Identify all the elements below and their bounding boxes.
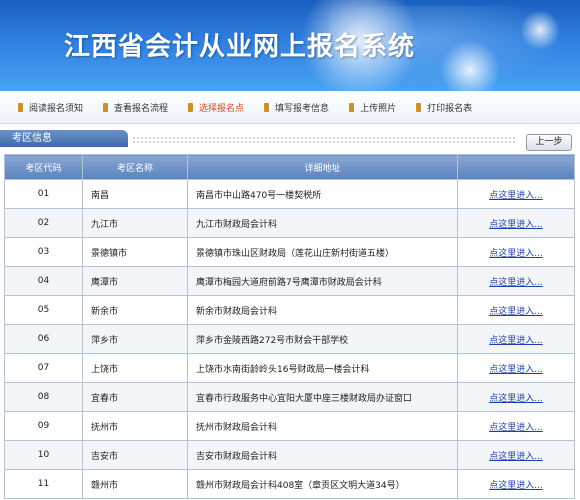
action-cell: 点这里进入...	[457, 353, 575, 383]
address-cell: 宜春市行政服务中心宜阳大厦中座三楼财政局办证窗口	[187, 382, 458, 412]
action-cell: 点这里进入...	[457, 440, 575, 470]
step-marker-icon	[264, 102, 270, 112]
step-marker-icon	[188, 102, 194, 112]
enter-link[interactable]: 点这里进入...	[489, 394, 543, 404]
area-code-cell: 08	[4, 382, 83, 412]
address-cell: 新余市财政局会计科	[187, 295, 458, 325]
action-cell: 点这里进入...	[457, 237, 575, 267]
site-title: 江西省会计从业网上报名系统	[64, 32, 416, 62]
address-cell: 景德镇市珠山区财政局（莲花山庄新村街道五楼）	[187, 237, 458, 267]
header-banner: 江西省会计从业网上报名系统	[0, 0, 580, 91]
area-name-cell: 赣州市	[82, 469, 188, 499]
area-name-cell: 吉安市	[82, 440, 188, 470]
enter-link[interactable]: 点这里进入...	[489, 220, 543, 230]
nav-view-process[interactable]: 查看报名流程	[103, 101, 168, 114]
table-row: 02 九江市 九江市财政局会计科 点这里进入...	[4, 208, 575, 238]
address-cell: 南昌市中山路470号一楼契税所	[187, 179, 458, 209]
back-button[interactable]: 上一步	[526, 134, 572, 151]
enter-link[interactable]: 点这里进入...	[489, 278, 543, 288]
action-cell: 点这里进入...	[457, 266, 575, 296]
table-row: 09 抚州市 抚州市财政局会计科 点这里进入...	[4, 411, 575, 441]
address-cell: 萍乡市金陵西路272号市财会干部学校	[187, 324, 458, 354]
area-code-cell: 03	[4, 237, 83, 267]
table-header-row: 考区代码 考区名称 详细地址	[4, 154, 575, 180]
action-cell: 点这里进入...	[457, 382, 575, 412]
nav-select-site[interactable]: 选择报名点	[188, 101, 244, 114]
enter-link[interactable]: 点这里进入...	[489, 423, 543, 433]
table-row: 10 吉安市 吉安市财政局会计科 点这里进入...	[4, 440, 575, 470]
area-name-cell: 景德镇市	[82, 237, 188, 267]
step-marker-icon	[349, 102, 355, 112]
area-name-cell: 南昌	[82, 179, 188, 209]
area-name-cell: 宜春市	[82, 382, 188, 412]
area-code-cell: 10	[4, 440, 83, 470]
area-code-cell: 04	[4, 266, 83, 296]
enter-link[interactable]: 点这里进入...	[489, 336, 543, 346]
header-action	[457, 154, 575, 180]
enter-link[interactable]: 点这里进入...	[489, 481, 543, 491]
area-name-cell: 萍乡市	[82, 324, 188, 354]
nav-upload-photo[interactable]: 上传照片	[349, 101, 396, 114]
enter-link[interactable]: 点这里进入...	[489, 249, 543, 259]
area-name-cell: 九江市	[82, 208, 188, 238]
step-marker-icon	[103, 102, 109, 112]
table-row: 11 赣州市 赣州市财政局会计科408室（章贡区文明大道34号） 点这里进入...	[4, 469, 575, 499]
dotted-divider	[132, 136, 516, 144]
area-code-cell: 07	[4, 353, 83, 383]
section-title: 考区信息	[0, 130, 128, 147]
address-cell: 抚州市财政局会计科	[187, 411, 458, 441]
section-header: 考区信息 上一步	[0, 128, 580, 154]
table-row: 01 南昌 南昌市中山路470号一楼契税所 点这里进入...	[4, 179, 575, 209]
area-name-cell: 抚州市	[82, 411, 188, 441]
area-code-cell: 09	[4, 411, 83, 441]
area-code-cell: 02	[4, 208, 83, 238]
enter-link[interactable]: 点这里进入...	[489, 191, 543, 201]
area-code-cell: 11	[4, 469, 83, 499]
step-marker-icon	[416, 102, 422, 112]
action-cell: 点这里进入...	[457, 179, 575, 209]
exam-area-table: 考区代码 考区名称 详细地址 01 南昌 南昌市中山路470号一楼契税所点这里进入.…	[4, 154, 575, 499]
header-address: 详细地址	[187, 154, 458, 180]
address-cell: 九江市财政局会计科	[187, 208, 458, 238]
enter-link[interactable]: 点这里进入...	[489, 365, 543, 375]
area-code-cell: 06	[4, 324, 83, 354]
table-row: 05 新余市 新余市财政局会计科 点这里进入...	[4, 295, 575, 325]
action-cell: 点这里进入...	[457, 208, 575, 238]
area-code-cell: 01	[4, 179, 83, 209]
action-cell: 点这里进入...	[457, 324, 575, 354]
action-cell: 点这里进入...	[457, 469, 575, 499]
address-cell: 上饶市水南街龄岭头16号财政局一楼会计科	[187, 353, 458, 383]
light-glow-graphic	[440, 40, 500, 91]
header-code: 考区代码	[4, 154, 83, 180]
area-code-cell: 05	[4, 295, 83, 325]
nav-fill-info[interactable]: 填写报考信息	[264, 101, 329, 114]
address-cell: 赣州市财政局会计科408室（章贡区文明大道34号）	[187, 469, 458, 499]
enter-link[interactable]: 点这里进入...	[489, 452, 543, 462]
light-glow-graphic	[520, 10, 560, 50]
step-marker-icon	[18, 102, 23, 112]
enter-link[interactable]: 点这里进入...	[489, 307, 543, 317]
table-row: 03 景德镇市 景德镇市珠山区财政局（莲花山庄新村街道五楼） 点这里进入...	[4, 237, 575, 267]
table-row: 07 上饶市 上饶市水南街龄岭头16号财政局一楼会计科 点这里进入...	[4, 353, 575, 383]
step-navigation: 阅读报名须知 查看报名流程 选择报名点 填写报考信息 上传照片 打印报名表	[0, 91, 580, 124]
area-name-cell: 新余市	[82, 295, 188, 325]
address-cell: 鹰潭市梅园大道府前路7号鹰潭市财政局会计科	[187, 266, 458, 296]
area-name-cell: 鹰潭市	[82, 266, 188, 296]
nav-print-form[interactable]: 打印报名表	[416, 101, 472, 114]
table-row: 06 萍乡市 萍乡市金陵西路272号市财会干部学校 点这里进入...	[4, 324, 575, 354]
action-cell: 点这里进入...	[457, 411, 575, 441]
table-row: 08 宜春市 宜春市行政服务中心宜阳大厦中座三楼财政局办证窗口 点这里进入...	[4, 382, 575, 412]
address-cell: 吉安市财政局会计科	[187, 440, 458, 470]
header-name: 考区名称	[82, 154, 188, 180]
action-cell: 点这里进入...	[457, 295, 575, 325]
table-row: 04 鹰潭市 鹰潭市梅园大道府前路7号鹰潭市财政局会计科 点这里进入...	[4, 266, 575, 296]
nav-read-notice[interactable]: 阅读报名须知	[18, 101, 83, 114]
area-name-cell: 上饶市	[82, 353, 188, 383]
